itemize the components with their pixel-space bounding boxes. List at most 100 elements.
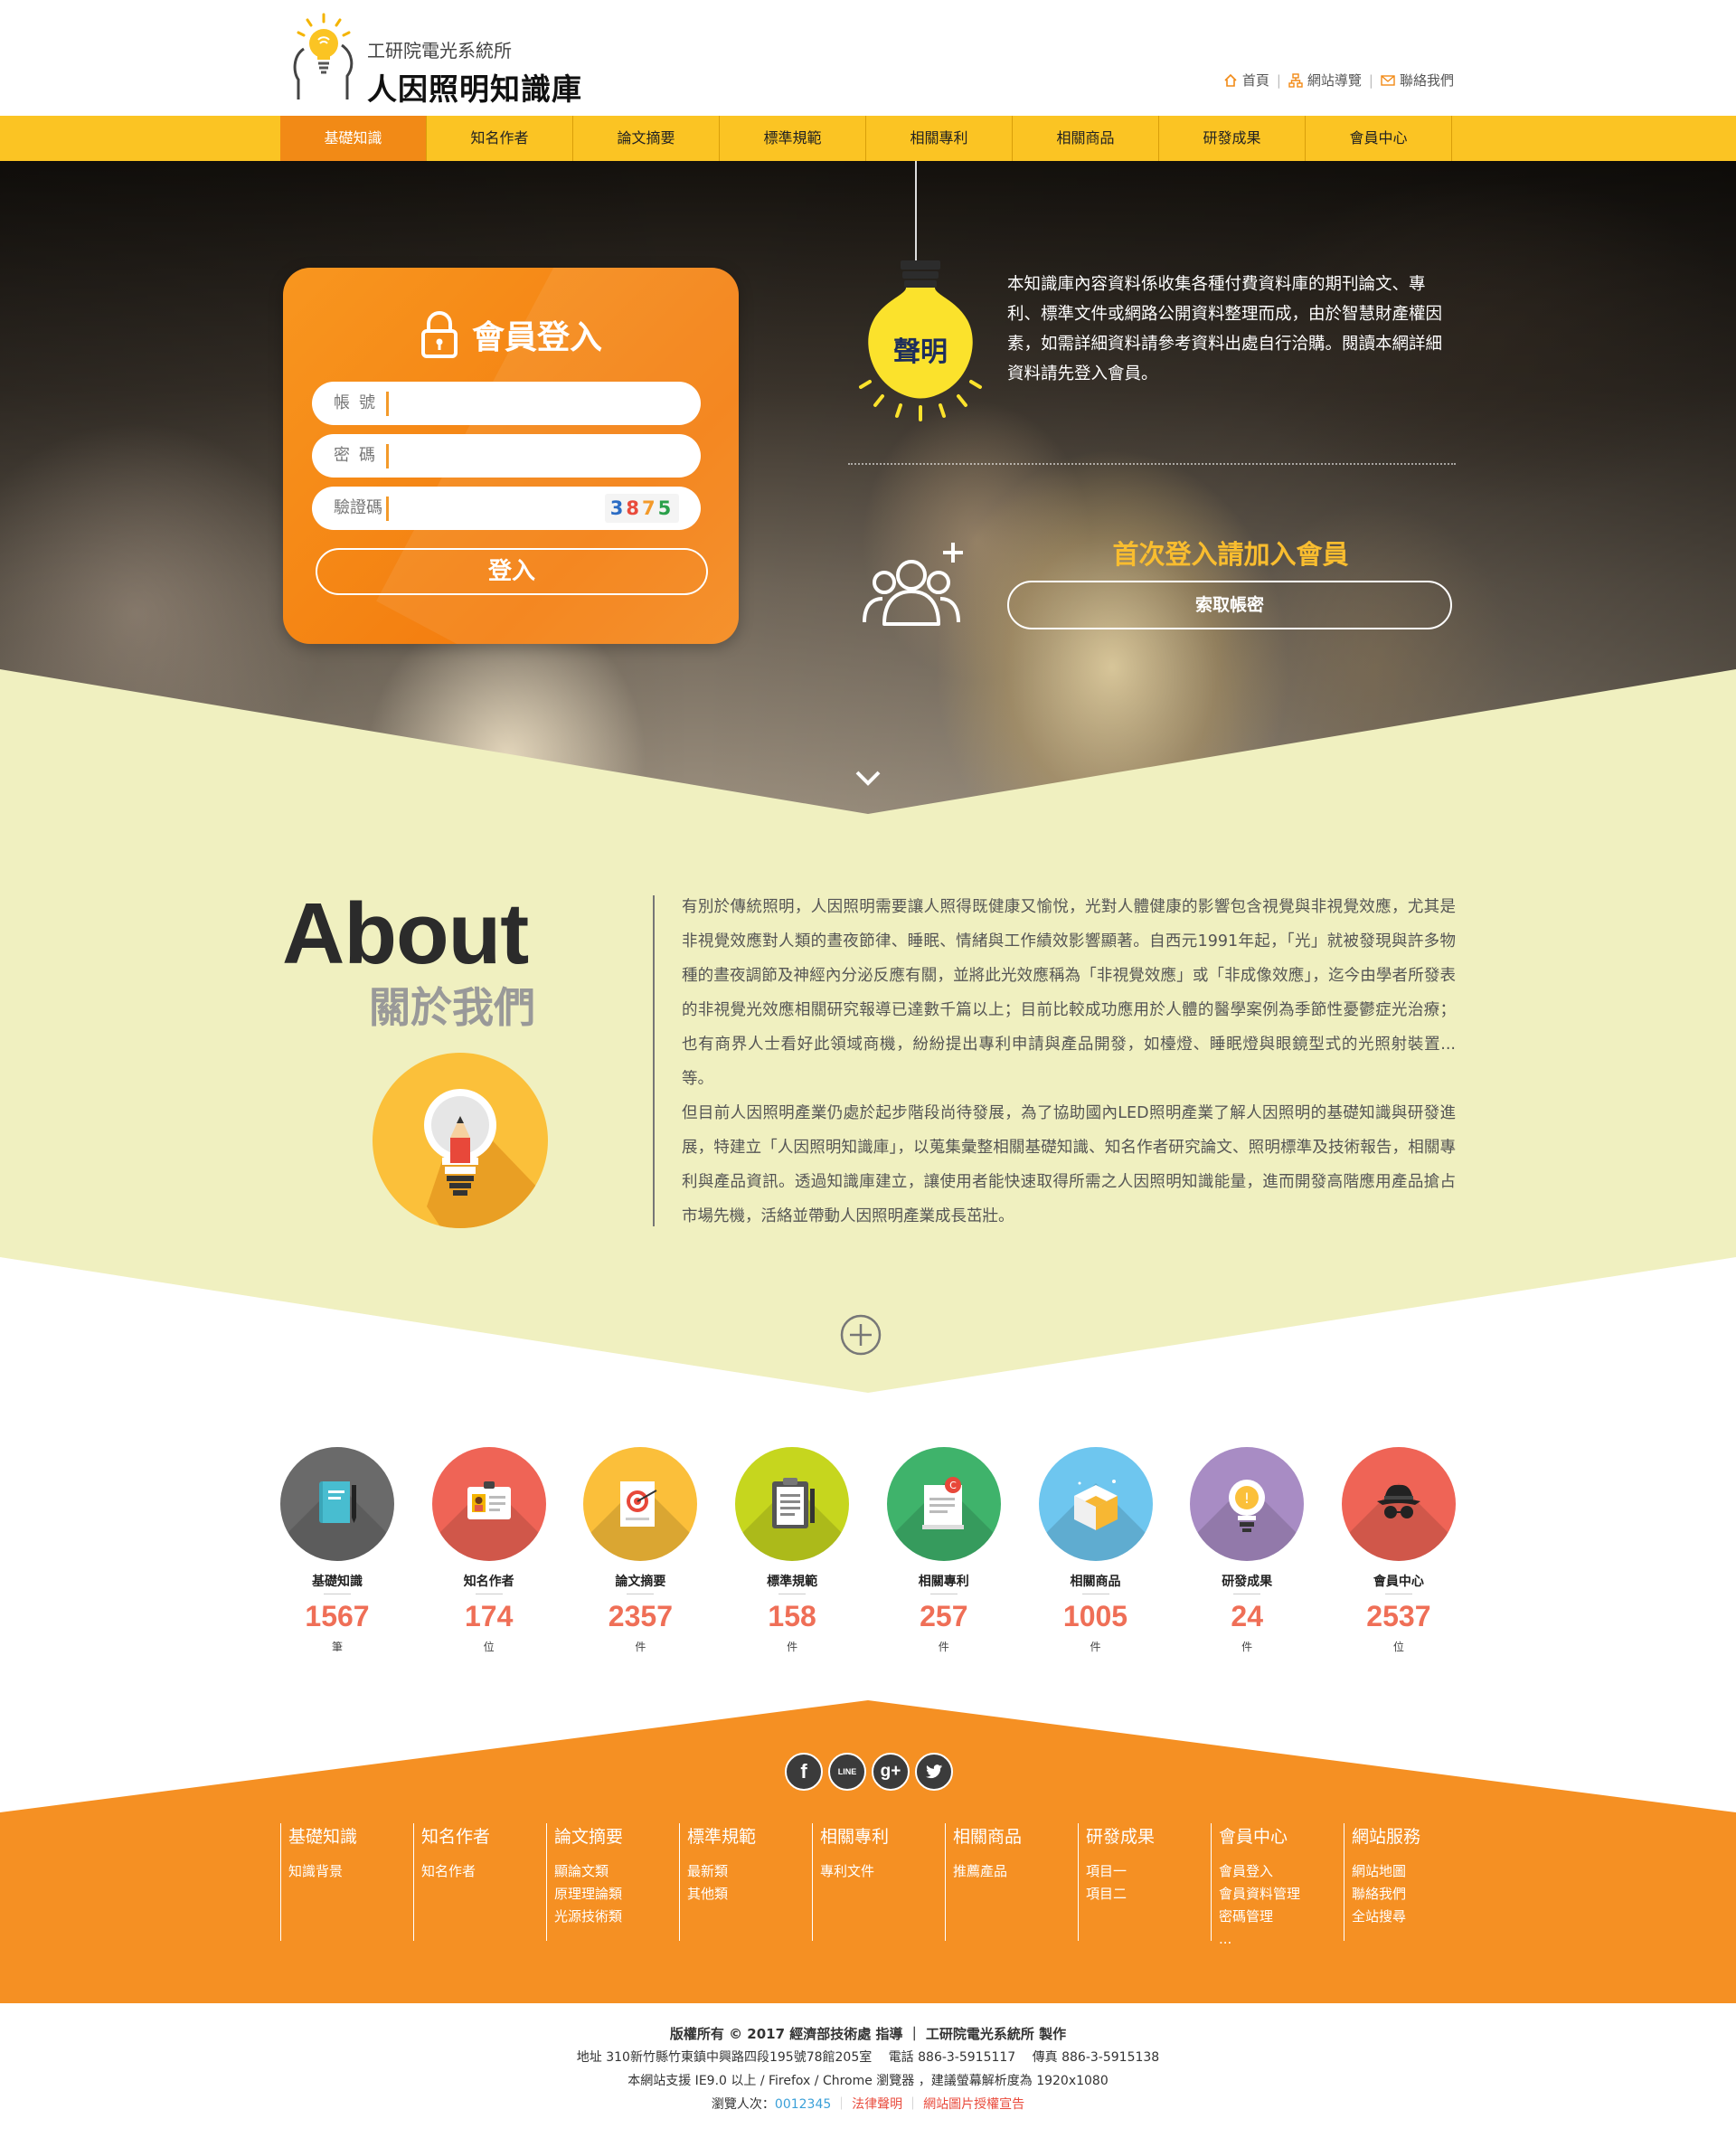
image-credit-link[interactable]: 網站圖片授權宣告 — [923, 2097, 1024, 2112]
footer-nav-heading[interactable]: 知名作者 — [421, 1823, 546, 1848]
nav-item-members[interactable]: 會員中心 — [1306, 116, 1452, 161]
home-link[interactable]: 首頁 — [1223, 71, 1269, 90]
patent-document-icon: C — [921, 1477, 964, 1529]
footer-nav-column: 標準規範最新類 其他類 — [679, 1823, 812, 1941]
nav-item-authors[interactable]: 知名作者 — [427, 116, 573, 161]
facebook-icon[interactable]: f — [785, 1753, 823, 1791]
stat-unit: 位 — [1392, 1641, 1404, 1653]
nav-item-basic-knowledge[interactable]: 基礎知識 — [280, 116, 427, 161]
footer-nav-heading[interactable]: 標準規範 — [687, 1823, 812, 1848]
footer-nav-heading[interactable]: 會員中心 — [1219, 1823, 1344, 1848]
footer-nav-link[interactable]: 原理理論類 — [554, 1883, 679, 1906]
copyright-line: 版權所有 © 2017 經濟部技術處 指導 ｜ 工研院電光系統所 製作 — [669, 2026, 1067, 2042]
visitor-count: 0012345 — [774, 2097, 832, 2112]
stat-circle: ! — [1190, 1447, 1305, 1561]
separator: | — [1368, 71, 1373, 89]
footer-nav-link[interactable]: 知識背景 — [288, 1860, 413, 1883]
footer-nav-link[interactable]: 顯論文類 — [554, 1860, 679, 1883]
captcha-field[interactable]: 驗證碼 3875 — [312, 487, 701, 530]
google-plus-icon[interactable]: g+ — [872, 1753, 910, 1791]
footer-nav-link[interactable]: 全站搜尋 — [1352, 1906, 1461, 1928]
stat-unit: 位 — [483, 1641, 495, 1653]
line-icon[interactable]: LINE — [828, 1753, 866, 1791]
stat-count: 158 — [768, 1600, 816, 1632]
footer-nav-heading[interactable]: 論文摘要 — [554, 1823, 679, 1848]
stat-item[interactable]: 會員中心 2537 位 — [1341, 1447, 1456, 1654]
stat-unit: 件 — [635, 1641, 646, 1653]
footer-nav-heading[interactable]: 網站服務 — [1352, 1823, 1461, 1848]
stat-item[interactable]: 基礎知識 1567 筆 — [280, 1447, 394, 1654]
add-member-icon — [863, 543, 963, 626]
account-field[interactable]: 帳號 — [312, 382, 701, 425]
chevron-down-icon[interactable] — [850, 760, 886, 796]
stat-label: 研發成果 — [1222, 1575, 1273, 1589]
legal-link[interactable]: 法律聲明 — [852, 2097, 902, 2112]
stat-unit: 件 — [938, 1641, 949, 1653]
address-line: 地址 310新竹縣竹東鎮中興路四段195號78館205室 電話 886-3-59… — [576, 2050, 1160, 2065]
stat-label: 基礎知識 — [312, 1575, 363, 1589]
about-paragraph: 但目前人因照明產業仍處於起步階段尚待發展，為了協助國內LED照明產業了解人因照明… — [682, 1104, 1456, 1225]
lightbulb-icon: ! — [1229, 1480, 1266, 1532]
footer-nav-link[interactable]: 會員資料管理 — [1219, 1883, 1344, 1906]
footer-nav-heading[interactable]: 基礎知識 — [288, 1823, 413, 1848]
footer-nav-link[interactable]: 項目一 — [1086, 1860, 1211, 1883]
nav-item-standards[interactable]: 標準規範 — [720, 116, 866, 161]
footer-nav-heading[interactable]: 相關商品 — [953, 1823, 1078, 1848]
stat-label: 論文摘要 — [615, 1575, 666, 1589]
footer-nav-link[interactable]: 專利文件 — [820, 1860, 945, 1883]
recover-account-button[interactable]: 索取帳密 — [1007, 581, 1452, 629]
footer-nav-link[interactable]: 其他類 — [687, 1883, 812, 1906]
stat-count: 1005 — [1062, 1600, 1128, 1632]
footer-nav-link[interactable]: 項目二 — [1086, 1883, 1211, 1906]
footer-nav-heading[interactable]: 研發成果 — [1086, 1823, 1211, 1848]
expand-plus-icon[interactable] — [839, 1313, 882, 1357]
mail-icon — [1381, 74, 1395, 86]
stat-item[interactable]: C 相關專利 257 件 — [886, 1447, 1001, 1654]
notice-text: 本知識庫內容資料係收集各種付費資料庫的期刊論文、專利、標準文件或網路公開資料整理… — [1007, 275, 1443, 383]
stat-unit: 筆 — [331, 1641, 343, 1653]
sitemap-link-label: 網站導覽 — [1307, 72, 1362, 89]
stat-item[interactable]: 論文摘要 2357 件 — [583, 1447, 698, 1654]
footer-nav-link[interactable]: 最新類 — [687, 1860, 812, 1883]
stat-count: 174 — [464, 1600, 514, 1632]
footer-nav-link[interactable]: 會員登入 — [1219, 1860, 1344, 1883]
notice-badge: 聲明 — [893, 336, 948, 368]
home-icon — [1224, 73, 1237, 87]
stat-item[interactable]: 標準規範 158 件 — [735, 1447, 850, 1654]
stats-row: 基礎知識 1567 筆 知名作者 174 位 論文摘要 2357 件 標準規範 158 件 C 相關專利 2… — [280, 1447, 1456, 1673]
footer-nav-link[interactable]: 推薦產品 — [953, 1860, 1078, 1883]
stat-circle — [1038, 1447, 1153, 1561]
stat-item[interactable]: 知名作者 174 位 — [431, 1447, 546, 1654]
field-divider — [386, 444, 389, 468]
footer-nav-link[interactable]: 知名作者 — [421, 1860, 546, 1883]
captcha-image[interactable]: 3875 — [605, 494, 679, 523]
site-logo[interactable]: 工研院電光系統所 人因照明知識庫 — [288, 13, 586, 107]
footer-nav-column: 網站服務網站地圖 聯絡我們 全站搜尋 — [1344, 1823, 1461, 1941]
stat-circle — [280, 1447, 394, 1561]
footer-nav-heading[interactable]: 相關專利 — [820, 1823, 945, 1848]
sitemap-link[interactable]: 網站導覽 — [1288, 71, 1362, 90]
footer-nav: 基礎知識 知識背景 知名作者 知名作者 論文摘要 顯論文類 原理理論類 光源技術類 標準規範 最新… — [280, 1823, 1465, 1947]
nav-item-research[interactable]: 研發成果 — [1159, 116, 1306, 161]
footer-nav-link[interactable]: 光源技術類 — [554, 1906, 679, 1928]
nav-item-abstracts[interactable]: 論文摘要 — [573, 116, 720, 161]
nav-item-products[interactable]: 相關商品 — [1013, 116, 1159, 161]
contact-link[interactable]: 聯絡我們 — [1381, 71, 1454, 90]
login-button[interactable]: 登入 — [316, 548, 708, 595]
password-field[interactable]: 密碼 — [312, 434, 701, 478]
stat-count: 2537 — [1366, 1600, 1431, 1632]
footer-nav-link[interactable]: 密碼管理 — [1219, 1906, 1344, 1928]
stat-item[interactable]: 相關商品 1005 件 — [1038, 1447, 1153, 1654]
twitter-icon[interactable] — [915, 1753, 953, 1791]
stat-label: 會員中心 — [1373, 1575, 1424, 1589]
lock-icon — [420, 311, 458, 358]
footer-nav-link[interactable]: ... — [1219, 1928, 1344, 1951]
join-title: 首次登入請加入會員 — [1112, 539, 1349, 570]
visitor-line: 瀏覽人次：0012345 ｜ 法律聲明 ｜ 網站圖片授權宣告 — [711, 2097, 1025, 2112]
footer-nav-link[interactable]: 聯絡我們 — [1352, 1883, 1461, 1906]
footer-nav-link[interactable]: 網站地圖 — [1352, 1860, 1461, 1883]
nav-item-patents[interactable]: 相關專利 — [866, 116, 1013, 161]
stat-unit: 件 — [1090, 1641, 1101, 1653]
stat-item[interactable]: ! 研發成果 24 件 — [1190, 1447, 1305, 1654]
stat-circle — [583, 1447, 698, 1561]
